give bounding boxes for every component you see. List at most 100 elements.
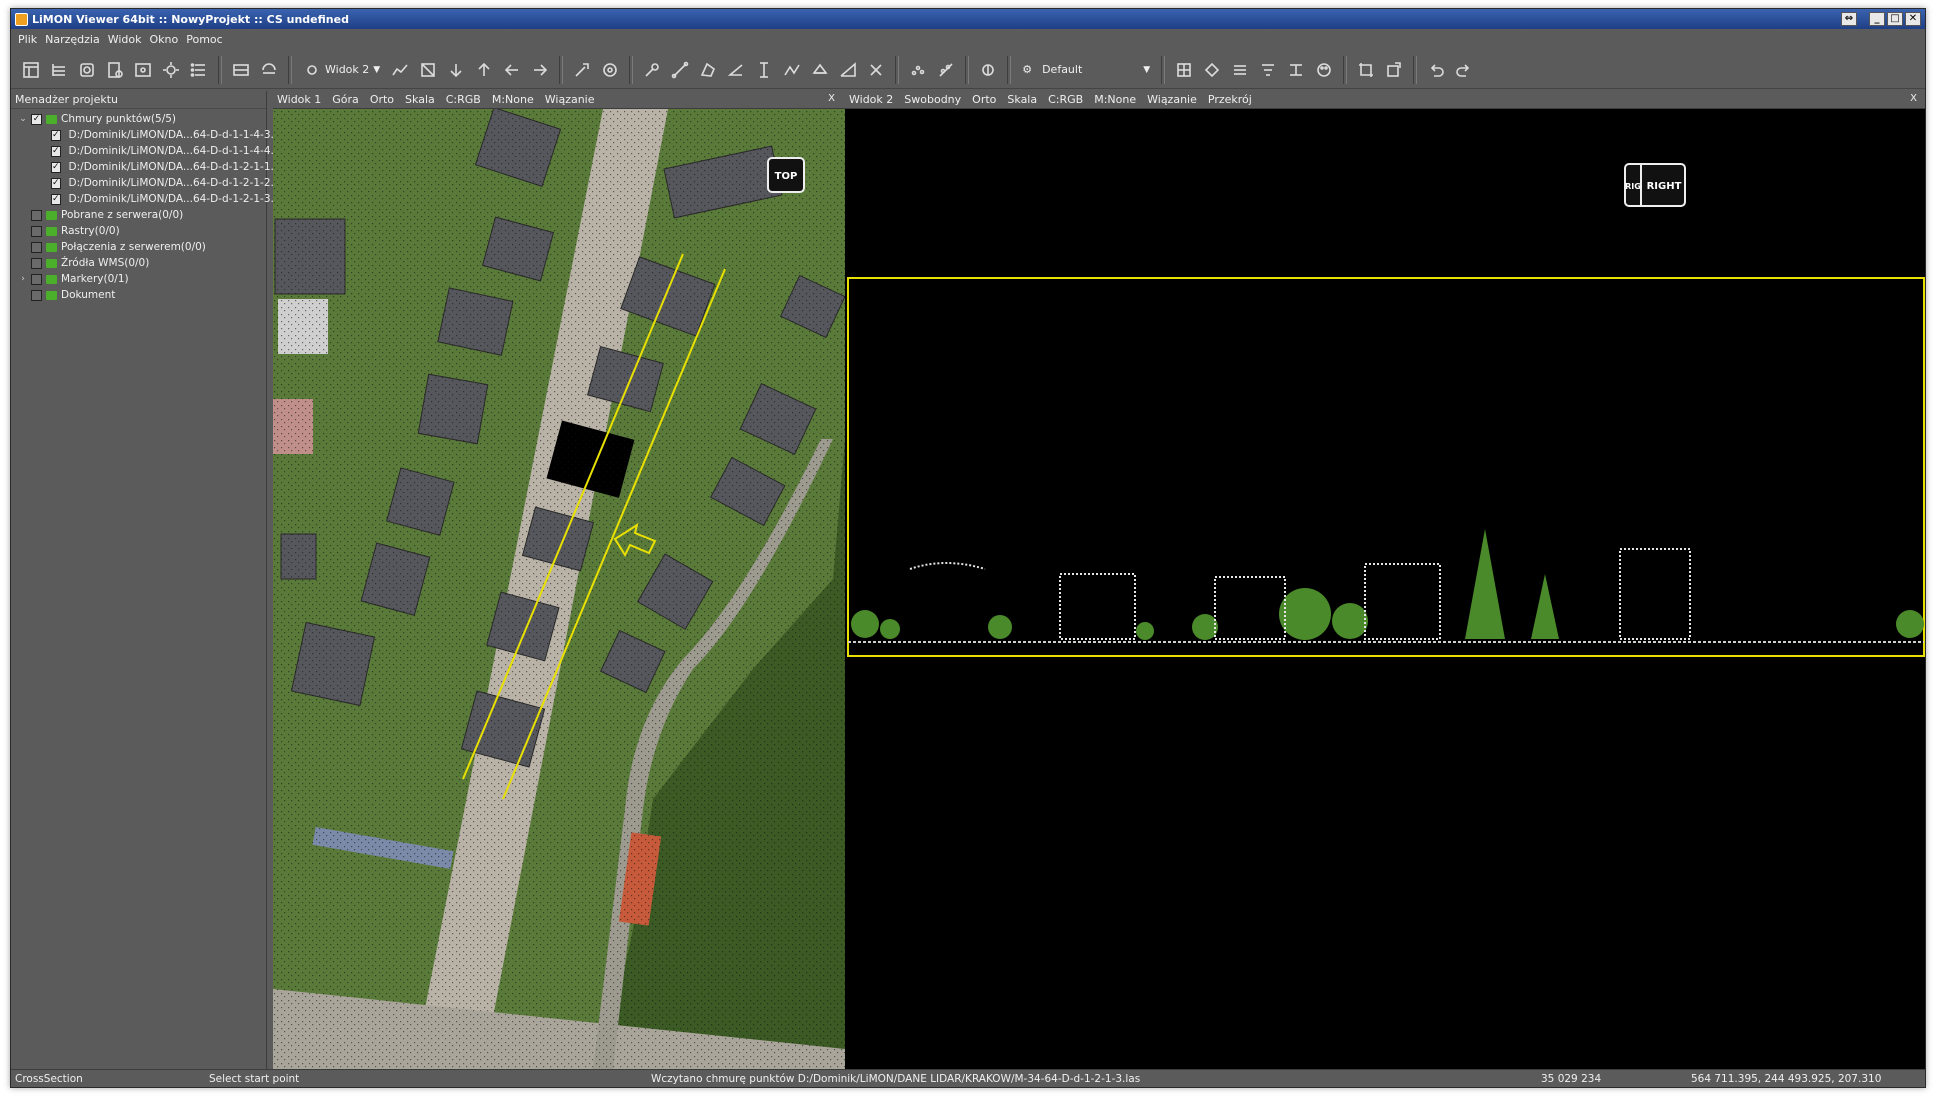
view-2-title[interactable]: Widok 2	[849, 93, 893, 106]
measure-height-icon[interactable]	[750, 56, 778, 84]
view-2-scale[interactable]: Skala	[1007, 93, 1037, 106]
chevron-right-icon[interactable]: ›	[17, 274, 29, 284]
tree-item-checkbox[interactable]: ✓	[51, 193, 61, 205]
split-view-icon[interactable]	[227, 56, 255, 84]
view-1-binding[interactable]: Wiązanie	[545, 93, 595, 106]
crop-icon[interactable]	[1352, 56, 1380, 84]
fit-view-icon[interactable]	[414, 56, 442, 84]
view-1-camera[interactable]: Góra	[332, 93, 359, 106]
measure-area-icon[interactable]	[694, 56, 722, 84]
palette-icon[interactable]	[1310, 56, 1338, 84]
measure-volume-icon[interactable]	[806, 56, 834, 84]
tree-item[interactable]: Połączenia z serwerem(0/0)	[11, 239, 266, 255]
view-2-camera[interactable]: Swobodny	[904, 93, 961, 106]
measure-point-icon[interactable]	[638, 56, 666, 84]
tree-item-checkbox[interactable]	[31, 289, 42, 301]
elevation-icon[interactable]	[1254, 56, 1282, 84]
view-1-canvas[interactable]: TOP	[273, 109, 845, 1069]
arrow-up-icon[interactable]	[470, 56, 498, 84]
view-2-marker-mode[interactable]: M:None	[1094, 93, 1136, 106]
tree-item[interactable]: ✓ D:/Dominik/LiMON/DA...64-D-d-1-2-1-1.la…	[11, 159, 289, 175]
minimize-button[interactable]: _	[1869, 12, 1885, 26]
tree-item[interactable]: Dokument	[11, 287, 266, 303]
shade-icon[interactable]	[1198, 56, 1226, 84]
tree-item-checkbox[interactable]: ✓	[51, 177, 61, 189]
tree-item[interactable]: ✓ D:/Dominik/LiMON/DA...64-D-d-1-1-4-4.la…	[11, 143, 289, 159]
menu-plik[interactable]: Plik	[14, 33, 41, 46]
undo-icon[interactable]	[1422, 56, 1450, 84]
view-1-color-mode[interactable]: C:RGB	[446, 93, 481, 106]
maximize-button[interactable]: □	[1887, 12, 1903, 26]
nav-cube-label: TOP	[775, 171, 798, 182]
tree-item[interactable]: ⌄ ✓ Chmury punktów(5/5)	[11, 111, 266, 127]
menu-narzedzia[interactable]: Narzędzia	[41, 33, 104, 46]
arrow-down-icon[interactable]	[442, 56, 470, 84]
tree-item[interactable]: › Markery(0/1)	[11, 271, 266, 287]
view-1-close-icon[interactable]: X	[828, 93, 835, 104]
tree-item-checkbox[interactable]: ✓	[51, 145, 61, 157]
tree-item[interactable]: ✓ D:/Dominik/LiMON/DA...64-D-d-1-2-1-2.la…	[11, 175, 289, 191]
tree-item[interactable]: ✓ D:/Dominik/LiMON/DA...64-D-d-1-2-1-3.la…	[11, 191, 289, 207]
pick-point-icon[interactable]	[568, 56, 596, 84]
tree-item-checkbox[interactable]	[31, 209, 42, 221]
view-2-projection[interactable]: Orto	[972, 93, 996, 106]
style-select[interactable]: ⚙ Default ▼	[1016, 58, 1156, 82]
deselect-points-icon[interactable]	[932, 56, 960, 84]
tree-item-checkbox[interactable]	[31, 241, 42, 253]
grid-icon[interactable]	[1170, 56, 1198, 84]
view-2-canvas[interactable]: RIG RIGHT	[845, 109, 1925, 1069]
settings-icon[interactable]	[157, 56, 185, 84]
view-1-marker-mode[interactable]: M:None	[492, 93, 534, 106]
classify-icon[interactable]	[974, 56, 1002, 84]
view-2-binding[interactable]: Wiązanie	[1147, 93, 1197, 106]
tree-item-checkbox[interactable]	[31, 225, 42, 237]
filter-icon[interactable]	[129, 56, 157, 84]
export-icon[interactable]	[1380, 56, 1408, 84]
restore-extra-button[interactable]: ⇔	[1841, 12, 1857, 26]
menu-okno[interactable]: Okno	[146, 33, 183, 46]
view-select[interactable]: Widok 2 ▼	[297, 58, 386, 82]
redo-icon[interactable]	[1450, 56, 1478, 84]
measure-distance-icon[interactable]	[666, 56, 694, 84]
close-button[interactable]: ✕	[1905, 12, 1921, 26]
arrow-right-icon[interactable]	[526, 56, 554, 84]
menu-widok[interactable]: Widok	[104, 33, 146, 46]
status-bar: CrossSection Select start point Wczytano…	[11, 1069, 1925, 1087]
tree-item-checkbox[interactable]	[31, 257, 42, 269]
tree-item-checkbox[interactable]: ✓	[51, 129, 61, 141]
layers-icon[interactable]	[73, 56, 101, 84]
profile-icon[interactable]	[386, 56, 414, 84]
measure-profile-icon[interactable]	[778, 56, 806, 84]
view-1-scale[interactable]: Skala	[405, 93, 435, 106]
select-points-icon[interactable]	[904, 56, 932, 84]
tree-item[interactable]: Rastry(0/0)	[11, 223, 266, 239]
tree-item[interactable]: ✓ D:/Dominik/LiMON/DA...64-D-d-1-1-4-3.la…	[11, 127, 289, 143]
view-2-cross-section[interactable]: Przekrój	[1208, 93, 1252, 106]
arrow-left-icon[interactable]	[498, 56, 526, 84]
list-icon[interactable]	[185, 56, 213, 84]
intensity-icon[interactable]	[1226, 56, 1254, 84]
tree-item[interactable]: Pobrane z serwera(0/0)	[11, 207, 266, 223]
tree-item[interactable]: Źródła WMS(0/0)	[11, 255, 266, 271]
target-icon[interactable]	[596, 56, 624, 84]
tree-item-checkbox[interactable]	[31, 273, 42, 285]
measure-angle-icon[interactable]	[722, 56, 750, 84]
classes-icon[interactable]	[1282, 56, 1310, 84]
refresh-view-icon[interactable]	[255, 56, 283, 84]
measure-clear-icon[interactable]	[862, 56, 890, 84]
view-1-title[interactable]: Widok 1	[277, 93, 321, 106]
tree-item-checkbox[interactable]: ✓	[31, 113, 42, 125]
tree-item-checkbox[interactable]: ✓	[51, 161, 61, 173]
tree-view-icon[interactable]	[45, 56, 73, 84]
chevron-down-icon[interactable]: ⌄	[17, 114, 29, 124]
project-panel-icon[interactable]	[17, 56, 45, 84]
nav-cube[interactable]: TOP	[767, 157, 805, 193]
tree-item-label: Rastry(0/0)	[61, 225, 120, 237]
view-2-close-icon[interactable]: X	[1910, 93, 1917, 104]
nav-cube-2[interactable]: RIG RIGHT	[1624, 163, 1686, 207]
properties-icon[interactable]	[101, 56, 129, 84]
view-1-projection[interactable]: Orto	[370, 93, 394, 106]
menu-pomoc[interactable]: Pomoc	[182, 33, 226, 46]
measure-slope-icon[interactable]	[834, 56, 862, 84]
view-2-color-mode[interactable]: C:RGB	[1048, 93, 1083, 106]
